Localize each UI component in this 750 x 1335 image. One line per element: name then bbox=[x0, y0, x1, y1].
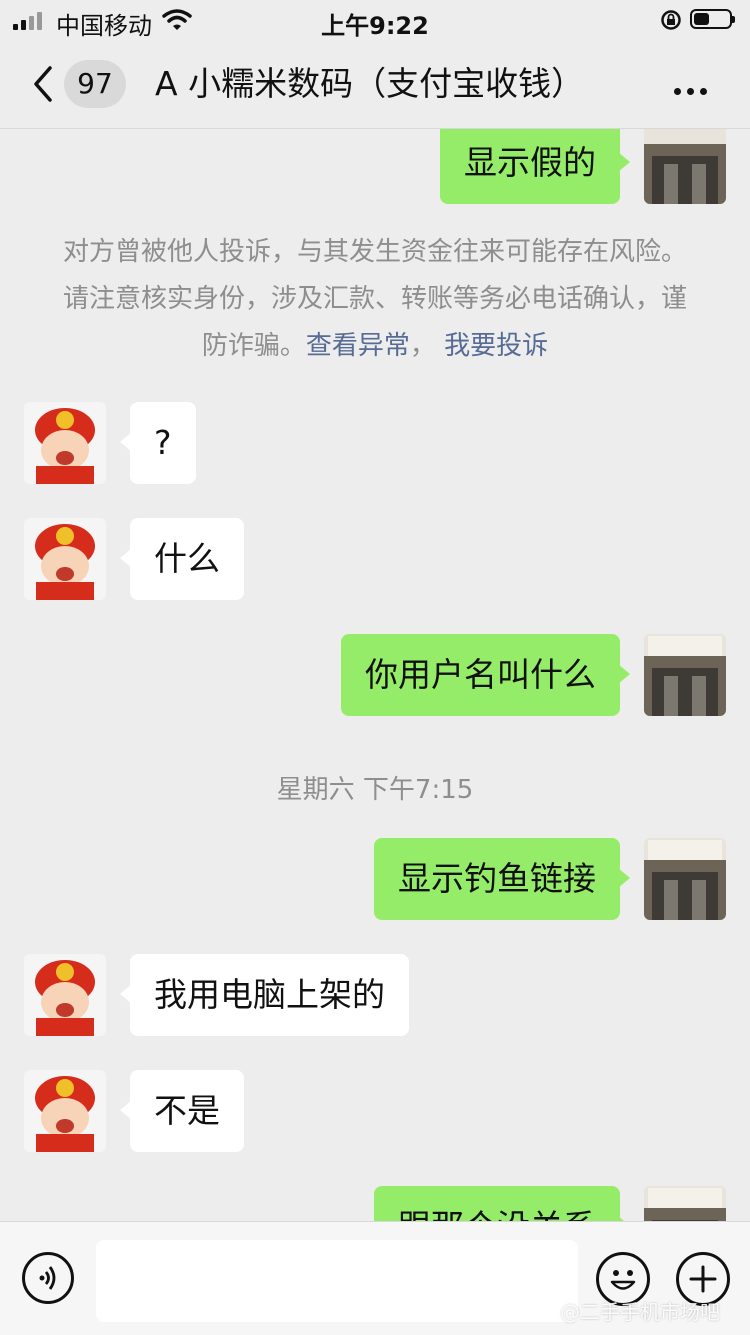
my-avatar[interactable] bbox=[644, 129, 726, 204]
outgoing-message-bubble[interactable]: 跟那个没关系 bbox=[374, 1186, 630, 1221]
contact-avatar[interactable] bbox=[24, 402, 106, 484]
battery-fill bbox=[694, 13, 709, 25]
incoming-message-bubble[interactable]: 我用电脑上架的 bbox=[120, 954, 409, 1036]
view-anomaly-link[interactable]: 查看异常 bbox=[306, 331, 410, 361]
voice-input-button[interactable] bbox=[22, 1252, 74, 1304]
battery-icon bbox=[690, 9, 735, 29]
incoming-message-bubble[interactable]: ? bbox=[120, 402, 196, 484]
rotation-lock-icon bbox=[661, 10, 681, 30]
timestamp-divider: 星期六 下午7:15 bbox=[276, 775, 474, 805]
message-input[interactable] bbox=[96, 1240, 578, 1322]
notice-separator: ， bbox=[409, 331, 436, 361]
contact-avatar[interactable] bbox=[24, 954, 106, 1036]
contact-avatar[interactable] bbox=[24, 518, 106, 600]
my-avatar[interactable] bbox=[644, 1186, 726, 1221]
incoming-message-bubble[interactable]: 不是 bbox=[120, 1070, 244, 1152]
chat-title: A 小糯米数码（支付宝收钱） bbox=[155, 64, 585, 103]
contact-avatar[interactable] bbox=[24, 1070, 106, 1152]
my-avatar[interactable] bbox=[644, 838, 726, 920]
status-bar: 中国移动 上午9:22 bbox=[0, 0, 750, 40]
back-arrow-icon[interactable] bbox=[28, 64, 58, 104]
risk-warning-notice: 对方曾被他人投诉，与其发生资金往来可能存在风险。请注意核实身份，涉及汇款、转账等… bbox=[60, 229, 690, 370]
more-options-icon[interactable] bbox=[674, 80, 713, 99]
outgoing-message-bubble[interactable]: 显示钓鱼链接 bbox=[374, 838, 630, 920]
chat-messages[interactable]: 显示假的 对方曾被他人投诉，与其发生资金往来可能存在风险。请注意核实身份，涉及汇… bbox=[0, 129, 750, 1221]
chat-header: 97 A 小糯米数码（支付宝收钱） bbox=[0, 40, 750, 129]
my-avatar[interactable] bbox=[644, 634, 726, 716]
watermark: @二手手机市场吧 bbox=[560, 1300, 720, 1324]
outgoing-message-bubble[interactable]: 显示假的 bbox=[440, 129, 630, 204]
outgoing-message-bubble[interactable]: 你用户名叫什么 bbox=[341, 634, 630, 716]
complain-link[interactable]: 我要投诉 bbox=[444, 331, 548, 361]
incoming-message-bubble[interactable]: 什么 bbox=[120, 518, 244, 600]
clock: 上午9:22 bbox=[321, 12, 429, 40]
voice-icon bbox=[39, 1266, 56, 1290]
unread-count-badge[interactable]: 97 bbox=[64, 60, 126, 108]
